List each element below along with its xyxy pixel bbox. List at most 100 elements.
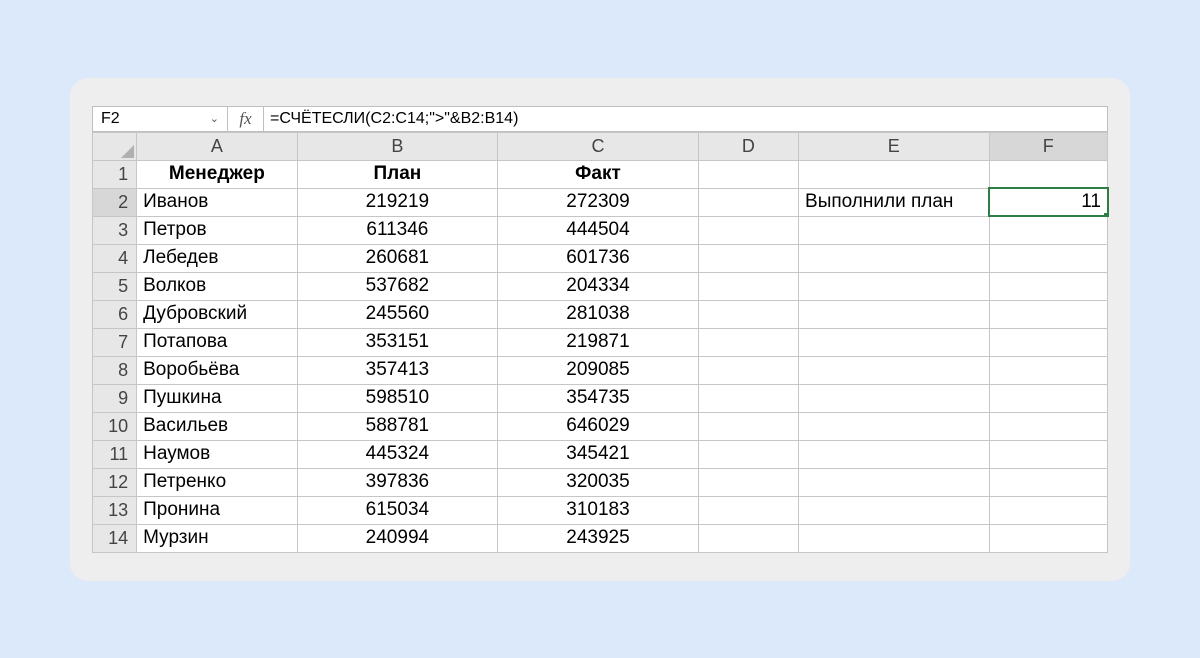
- row-header[interactable]: 10: [93, 412, 137, 440]
- cell-F10[interactable]: [989, 412, 1107, 440]
- cell-D7[interactable]: [698, 328, 798, 356]
- cell-D6[interactable]: [698, 300, 798, 328]
- cell-A1[interactable]: Менеджер: [137, 160, 297, 188]
- name-box[interactable]: F2 ⌄: [93, 107, 228, 131]
- cell-C13[interactable]: 310183: [498, 496, 699, 524]
- cell-C2[interactable]: 272309: [498, 188, 699, 216]
- cell-B2[interactable]: 219219: [297, 188, 498, 216]
- cell-B14[interactable]: 240994: [297, 524, 498, 552]
- row-header[interactable]: 3: [93, 216, 137, 244]
- cell-F7[interactable]: [989, 328, 1107, 356]
- cell-C6[interactable]: 281038: [498, 300, 699, 328]
- row-header[interactable]: 1: [93, 160, 137, 188]
- cell-F11[interactable]: [989, 440, 1107, 468]
- cell-F5[interactable]: [989, 272, 1107, 300]
- cell-F1[interactable]: [989, 160, 1107, 188]
- row-header[interactable]: 5: [93, 272, 137, 300]
- cell-D1[interactable]: [698, 160, 798, 188]
- cell-E1[interactable]: [799, 160, 990, 188]
- cell-A12[interactable]: Петренко: [137, 468, 297, 496]
- row-header[interactable]: 2: [93, 188, 137, 216]
- row-header[interactable]: 13: [93, 496, 137, 524]
- cell-C8[interactable]: 209085: [498, 356, 699, 384]
- cell-B10[interactable]: 588781: [297, 412, 498, 440]
- cell-C14[interactable]: 243925: [498, 524, 699, 552]
- cell-C9[interactable]: 354735: [498, 384, 699, 412]
- cell-B8[interactable]: 357413: [297, 356, 498, 384]
- cell-E5[interactable]: [799, 272, 990, 300]
- cell-E2[interactable]: Выполнили план: [799, 188, 990, 216]
- cell-A13[interactable]: Пронина: [137, 496, 297, 524]
- cell-E9[interactable]: [799, 384, 990, 412]
- cell-B4[interactable]: 260681: [297, 244, 498, 272]
- cell-D5[interactable]: [698, 272, 798, 300]
- cell-D14[interactable]: [698, 524, 798, 552]
- cell-A11[interactable]: Наумов: [137, 440, 297, 468]
- cell-E13[interactable]: [799, 496, 990, 524]
- row-header[interactable]: 7: [93, 328, 137, 356]
- row-header[interactable]: 9: [93, 384, 137, 412]
- cell-A8[interactable]: Воробьёва: [137, 356, 297, 384]
- cell-C1[interactable]: Факт: [498, 160, 699, 188]
- row-header[interactable]: 12: [93, 468, 137, 496]
- cell-A7[interactable]: Потапова: [137, 328, 297, 356]
- cell-D13[interactable]: [698, 496, 798, 524]
- cell-B12[interactable]: 397836: [297, 468, 498, 496]
- cell-C11[interactable]: 345421: [498, 440, 699, 468]
- cell-D8[interactable]: [698, 356, 798, 384]
- cell-C7[interactable]: 219871: [498, 328, 699, 356]
- formula-input[interactable]: =СЧЁТЕСЛИ(C2:C14;">"&B2:B14): [264, 107, 1107, 131]
- cell-E11[interactable]: [799, 440, 990, 468]
- row-header[interactable]: 4: [93, 244, 137, 272]
- cell-B5[interactable]: 537682: [297, 272, 498, 300]
- cell-B13[interactable]: 615034: [297, 496, 498, 524]
- cell-E10[interactable]: [799, 412, 990, 440]
- cell-D9[interactable]: [698, 384, 798, 412]
- cell-A5[interactable]: Волков: [137, 272, 297, 300]
- cell-F14[interactable]: [989, 524, 1107, 552]
- cell-D10[interactable]: [698, 412, 798, 440]
- cell-F6[interactable]: [989, 300, 1107, 328]
- cell-A10[interactable]: Васильев: [137, 412, 297, 440]
- cell-A4[interactable]: Лебедев: [137, 244, 297, 272]
- cell-C10[interactable]: 646029: [498, 412, 699, 440]
- col-header-C[interactable]: C: [498, 132, 699, 160]
- col-header-D[interactable]: D: [698, 132, 798, 160]
- cell-F2[interactable]: 11: [989, 188, 1107, 216]
- cell-B9[interactable]: 598510: [297, 384, 498, 412]
- col-header-F[interactable]: F: [989, 132, 1107, 160]
- cell-E14[interactable]: [799, 524, 990, 552]
- cell-E3[interactable]: [799, 216, 990, 244]
- cell-F4[interactable]: [989, 244, 1107, 272]
- select-all-corner[interactable]: [93, 132, 137, 160]
- cell-E4[interactable]: [799, 244, 990, 272]
- col-header-B[interactable]: B: [297, 132, 498, 160]
- cell-D11[interactable]: [698, 440, 798, 468]
- cell-D3[interactable]: [698, 216, 798, 244]
- row-header[interactable]: 8: [93, 356, 137, 384]
- chevron-down-icon[interactable]: ⌄: [210, 112, 219, 125]
- row-header[interactable]: 6: [93, 300, 137, 328]
- cell-D12[interactable]: [698, 468, 798, 496]
- row-header[interactable]: 11: [93, 440, 137, 468]
- cell-F9[interactable]: [989, 384, 1107, 412]
- cell-F12[interactable]: [989, 468, 1107, 496]
- cell-D2[interactable]: [698, 188, 798, 216]
- cell-B6[interactable]: 245560: [297, 300, 498, 328]
- cell-B11[interactable]: 445324: [297, 440, 498, 468]
- cell-E7[interactable]: [799, 328, 990, 356]
- cell-D4[interactable]: [698, 244, 798, 272]
- cell-B1[interactable]: План: [297, 160, 498, 188]
- cell-F3[interactable]: [989, 216, 1107, 244]
- cell-C4[interactable]: 601736: [498, 244, 699, 272]
- cell-E6[interactable]: [799, 300, 990, 328]
- cell-A6[interactable]: Дубровский: [137, 300, 297, 328]
- cell-F13[interactable]: [989, 496, 1107, 524]
- col-header-E[interactable]: E: [799, 132, 990, 160]
- cell-A9[interactable]: Пушкина: [137, 384, 297, 412]
- grid[interactable]: A B C D E F 1МенеджерПланФакт2Иванов2192…: [92, 132, 1108, 553]
- cell-C5[interactable]: 204334: [498, 272, 699, 300]
- cell-E8[interactable]: [799, 356, 990, 384]
- cell-E12[interactable]: [799, 468, 990, 496]
- cell-A14[interactable]: Мурзин: [137, 524, 297, 552]
